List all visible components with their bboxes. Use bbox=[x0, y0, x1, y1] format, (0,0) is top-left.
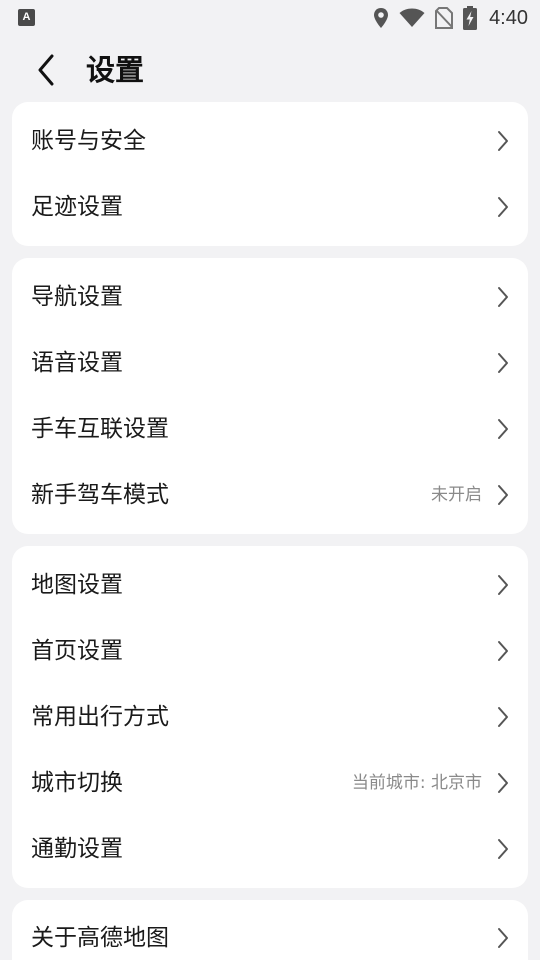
settings-item-label: 足迹设置 bbox=[31, 194, 123, 220]
settings-item-voice[interactable]: 语音设置 bbox=[12, 330, 528, 396]
page-title: 设置 bbox=[86, 53, 145, 87]
status-bar: A 4:40 bbox=[0, 0, 540, 36]
settings-item-value: 当前城市: 北京市 bbox=[351, 773, 482, 793]
settings-item-about[interactable]: 关于高德地图 bbox=[12, 905, 528, 960]
chevron-right-icon bbox=[498, 419, 508, 439]
settings-group-driving: 导航设置 语音设置 手车互联设置 新手驾车模式 未开启 bbox=[12, 258, 528, 534]
battery-charging-icon bbox=[463, 6, 478, 30]
app-notification-icon: A bbox=[18, 9, 35, 26]
settings-item-city-switch[interactable]: 城市切换 当前城市: 北京市 bbox=[12, 750, 528, 816]
settings-item-label: 语音设置 bbox=[31, 350, 123, 376]
settings-item-label: 新手驾车模式 bbox=[31, 482, 169, 508]
chevron-right-icon bbox=[498, 287, 508, 307]
wifi-icon bbox=[399, 8, 425, 28]
settings-group-about: 关于高德地图 bbox=[12, 900, 528, 960]
location-icon bbox=[373, 7, 389, 29]
settings-item-label: 通勤设置 bbox=[31, 836, 123, 862]
back-button[interactable] bbox=[26, 50, 66, 90]
chevron-right-icon bbox=[498, 353, 508, 373]
status-left: A bbox=[18, 9, 35, 26]
settings-item-phone-car-link[interactable]: 手车互联设置 bbox=[12, 396, 528, 462]
settings-item-footprint[interactable]: 足迹设置 bbox=[12, 174, 528, 240]
settings-item-travel-mode[interactable]: 常用出行方式 bbox=[12, 684, 528, 750]
chevron-right-icon bbox=[498, 641, 508, 661]
chevron-right-icon bbox=[498, 197, 508, 217]
chevron-right-icon bbox=[498, 485, 508, 505]
header: 设置 bbox=[0, 42, 540, 98]
status-right: 4:40 bbox=[373, 5, 528, 31]
settings-item-home-page[interactable]: 首页设置 bbox=[12, 618, 528, 684]
status-time: 4:40 bbox=[489, 6, 528, 29]
settings-item-label: 账号与安全 bbox=[31, 128, 146, 154]
settings-item-label: 常用出行方式 bbox=[31, 704, 169, 730]
chevron-right-icon bbox=[498, 575, 508, 595]
settings-item-commute[interactable]: 通勤设置 bbox=[12, 816, 528, 882]
settings-item-label: 手车互联设置 bbox=[31, 416, 169, 442]
settings-item-value: 未开启 bbox=[431, 485, 482, 505]
settings-group-map: 地图设置 首页设置 常用出行方式 城市切换 当前城市: 北京市 通勤设置 bbox=[12, 546, 528, 888]
chevron-right-icon bbox=[498, 839, 508, 859]
chevron-left-icon bbox=[38, 54, 54, 86]
settings-item-label: 关于高德地图 bbox=[31, 925, 169, 951]
no-sim-icon bbox=[435, 7, 454, 29]
chevron-right-icon bbox=[498, 707, 508, 727]
settings-group-account: 账号与安全 足迹设置 bbox=[12, 102, 528, 246]
settings-item-account-security[interactable]: 账号与安全 bbox=[12, 108, 528, 174]
settings-item-novice-driving-mode[interactable]: 新手驾车模式 未开启 bbox=[12, 462, 528, 528]
settings-item-label: 导航设置 bbox=[31, 284, 123, 310]
settings-item-map[interactable]: 地图设置 bbox=[12, 552, 528, 618]
settings-item-label: 城市切换 bbox=[31, 770, 123, 796]
chevron-right-icon bbox=[498, 131, 508, 151]
chevron-right-icon bbox=[498, 773, 508, 793]
chevron-right-icon bbox=[498, 928, 508, 948]
settings-item-label: 地图设置 bbox=[31, 572, 123, 598]
settings-item-label: 首页设置 bbox=[31, 638, 123, 664]
settings-item-navigation[interactable]: 导航设置 bbox=[12, 264, 528, 330]
